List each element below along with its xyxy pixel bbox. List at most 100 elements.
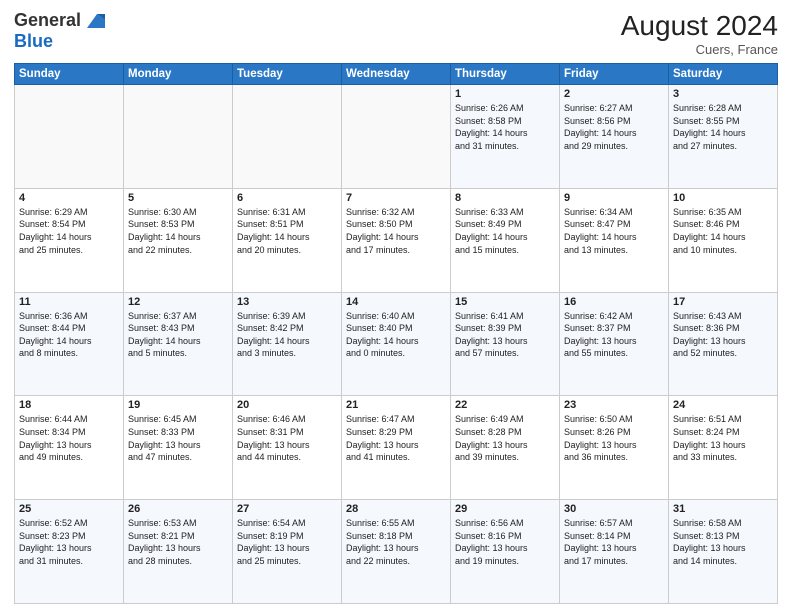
day-number: 3 — [673, 88, 773, 100]
day-number: 4 — [19, 192, 119, 204]
day-info: Sunrise: 6:54 AM Sunset: 8:19 PM Dayligh… — [237, 517, 337, 567]
day-number: 19 — [128, 399, 228, 411]
calendar-cell: 12 Sunrise: 6:37 AM Sunset: 8:43 PM Dayli… — [124, 292, 233, 396]
calendar-cell: 9Sunrise: 6:34 AM Sunset: 8:47 PM Daylig… — [560, 188, 669, 292]
weekday-row: SundayMondayTuesdayWednesdayThursdayFrid… — [15, 64, 778, 85]
weekday-header-wednesday: Wednesday — [342, 64, 451, 85]
day-info: Sunrise: 6:39 AM Sunset: 8:42 PM Dayligh… — [237, 310, 337, 360]
calendar-cell: 1Sunrise: 6:26 AM Sunset: 8:58 PM Daylig… — [451, 85, 560, 189]
day-number: 18 — [19, 399, 119, 411]
logo-icon — [83, 10, 105, 32]
day-info: Sunrise: 6:33 AM Sunset: 8:49 PM Dayligh… — [455, 206, 555, 256]
day-info: Sunrise: 6:34 AM Sunset: 8:47 PM Dayligh… — [564, 206, 664, 256]
calendar-cell: 3 Sunrise: 6:28 AM Sunset: 8:55 PM Daylig… — [669, 85, 778, 189]
title-block: August 2024 Cuers, France — [621, 10, 778, 57]
weekday-header-tuesday: Tuesday — [233, 64, 342, 85]
day-number: 21 — [346, 399, 446, 411]
calendar-cell: 8 Sunrise: 6:33 AM Sunset: 8:49 PM Daylig… — [451, 188, 560, 292]
day-number: 29 — [455, 503, 555, 515]
day-number: 31 — [673, 503, 773, 515]
day-info: Sunrise: 6:56 AM Sunset: 8:16 PM Dayligh… — [455, 517, 555, 567]
day-info: Sunrise: 6:52 AM Sunset: 8:23 PM Dayligh… — [19, 517, 119, 567]
day-info: Sunrise: 6:57 AM Sunset: 8:14 PM Dayligh… — [564, 517, 664, 567]
calendar-cell: 2Sunrise: 6:27 AM Sunset: 8:56 PM Daylig… — [560, 85, 669, 189]
day-info: Sunrise: 6:42 AM Sunset: 8:37 PM Dayligh… — [564, 310, 664, 360]
weekday-header-sunday: Sunday — [15, 64, 124, 85]
day-number: 17 — [673, 296, 773, 308]
day-info: Sunrise: 6:44 AM Sunset: 8:34 PM Dayligh… — [19, 413, 119, 463]
day-info: Sunrise: 6:28 AM Sunset: 8:55 PM Dayligh… — [673, 102, 773, 152]
day-info: Sunrise: 6:50 AM Sunset: 8:26 PM Dayligh… — [564, 413, 664, 463]
day-number: 11 — [19, 296, 119, 308]
logo-general: General — [14, 11, 81, 31]
day-number: 5 — [128, 192, 228, 204]
calendar-cell: 31 Sunrise: 6:58 AM Sunset: 8:13 PM Dayli… — [669, 500, 778, 604]
day-number: 16 — [564, 296, 664, 308]
calendar-body: 1Sunrise: 6:26 AM Sunset: 8:58 PM Daylig… — [15, 85, 778, 604]
calendar-cell: 29 Sunrise: 6:56 AM Sunset: 8:16 PM Dayli… — [451, 500, 560, 604]
day-number: 24 — [673, 399, 773, 411]
day-info: Sunrise: 6:55 AM Sunset: 8:18 PM Dayligh… — [346, 517, 446, 567]
calendar-cell: 20 Sunrise: 6:46 AM Sunset: 8:31 PM Dayli… — [233, 396, 342, 500]
page: General Blue August 2024 Cuers, France S… — [0, 0, 792, 612]
calendar-cell: 23 Sunrise: 6:50 AM Sunset: 8:26 PM Dayli… — [560, 396, 669, 500]
day-info: Sunrise: 6:58 AM Sunset: 8:13 PM Dayligh… — [673, 517, 773, 567]
location: Cuers, France — [621, 42, 778, 57]
calendar-cell: 24 Sunrise: 6:51 AM Sunset: 8:24 PM Dayli… — [669, 396, 778, 500]
day-info: Sunrise: 6:43 AM Sunset: 8:36 PM Dayligh… — [673, 310, 773, 360]
day-number: 28 — [346, 503, 446, 515]
calendar-week-2: 4 Sunrise: 6:29 AM Sunset: 8:54 PM Daylig… — [15, 188, 778, 292]
day-info: Sunrise: 6:46 AM Sunset: 8:31 PM Dayligh… — [237, 413, 337, 463]
logo-blue: Blue — [14, 31, 53, 51]
weekday-header-saturday: Saturday — [669, 64, 778, 85]
day-info: Sunrise: 6:40 AM Sunset: 8:40 PM Dayligh… — [346, 310, 446, 360]
calendar-header: SundayMondayTuesdayWednesdayThursdayFrid… — [15, 64, 778, 85]
day-number: 6 — [237, 192, 337, 204]
day-number: 25 — [19, 503, 119, 515]
calendar-cell: 11 Sunrise: 6:36 AM Sunset: 8:44 PM Dayli… — [15, 292, 124, 396]
calendar-cell: 5 Sunrise: 6:30 AM Sunset: 8:53 PM Daylig… — [124, 188, 233, 292]
day-info: Sunrise: 6:27 AM Sunset: 8:56 PM Dayligh… — [564, 102, 664, 152]
day-number: 23 — [564, 399, 664, 411]
day-info: Sunrise: 6:53 AM Sunset: 8:21 PM Dayligh… — [128, 517, 228, 567]
calendar-cell: 30 Sunrise: 6:57 AM Sunset: 8:14 PM Dayli… — [560, 500, 669, 604]
calendar-cell: 14 Sunrise: 6:40 AM Sunset: 8:40 PM Dayli… — [342, 292, 451, 396]
day-number: 12 — [128, 296, 228, 308]
day-info: Sunrise: 6:29 AM Sunset: 8:54 PM Dayligh… — [19, 206, 119, 256]
calendar-cell: 7Sunrise: 6:32 AM Sunset: 8:50 PM Daylig… — [342, 188, 451, 292]
calendar-cell: 17 Sunrise: 6:43 AM Sunset: 8:36 PM Dayli… — [669, 292, 778, 396]
day-number: 1 — [455, 88, 555, 100]
calendar-week-5: 25 Sunrise: 6:52 AM Sunset: 8:23 PM Dayli… — [15, 500, 778, 604]
calendar-cell: 19Sunrise: 6:45 AM Sunset: 8:33 PM Dayli… — [124, 396, 233, 500]
calendar-cell: 4 Sunrise: 6:29 AM Sunset: 8:54 PM Daylig… — [15, 188, 124, 292]
day-info: Sunrise: 6:47 AM Sunset: 8:29 PM Dayligh… — [346, 413, 446, 463]
weekday-header-friday: Friday — [560, 64, 669, 85]
weekday-header-monday: Monday — [124, 64, 233, 85]
month-year: August 2024 — [621, 10, 778, 42]
calendar-cell: 18 Sunrise: 6:44 AM Sunset: 8:34 PM Dayli… — [15, 396, 124, 500]
day-number: 30 — [564, 503, 664, 515]
calendar-cell: 28 Sunrise: 6:55 AM Sunset: 8:18 PM Dayli… — [342, 500, 451, 604]
day-info: Sunrise: 6:37 AM Sunset: 8:43 PM Dayligh… — [128, 310, 228, 360]
day-number: 20 — [237, 399, 337, 411]
calendar-cell — [124, 85, 233, 189]
calendar-week-1: 1Sunrise: 6:26 AM Sunset: 8:58 PM Daylig… — [15, 85, 778, 189]
calendar-cell: 26Sunrise: 6:53 AM Sunset: 8:21 PM Dayli… — [124, 500, 233, 604]
logo: General Blue — [14, 10, 105, 52]
calendar-cell — [342, 85, 451, 189]
day-number: 15 — [455, 296, 555, 308]
day-info: Sunrise: 6:30 AM Sunset: 8:53 PM Dayligh… — [128, 206, 228, 256]
day-number: 8 — [455, 192, 555, 204]
day-info: Sunrise: 6:31 AM Sunset: 8:51 PM Dayligh… — [237, 206, 337, 256]
calendar-week-3: 11 Sunrise: 6:36 AM Sunset: 8:44 PM Dayli… — [15, 292, 778, 396]
header: General Blue August 2024 Cuers, France — [14, 10, 778, 57]
day-info: Sunrise: 6:51 AM Sunset: 8:24 PM Dayligh… — [673, 413, 773, 463]
calendar-cell: 21 Sunrise: 6:47 AM Sunset: 8:29 PM Dayli… — [342, 396, 451, 500]
calendar-table: SundayMondayTuesdayWednesdayThursdayFrid… — [14, 63, 778, 604]
day-number: 7 — [346, 192, 446, 204]
calendar-cell: 15Sunrise: 6:41 AM Sunset: 8:39 PM Dayli… — [451, 292, 560, 396]
day-number: 13 — [237, 296, 337, 308]
day-number: 14 — [346, 296, 446, 308]
calendar-cell — [15, 85, 124, 189]
day-info: Sunrise: 6:36 AM Sunset: 8:44 PM Dayligh… — [19, 310, 119, 360]
